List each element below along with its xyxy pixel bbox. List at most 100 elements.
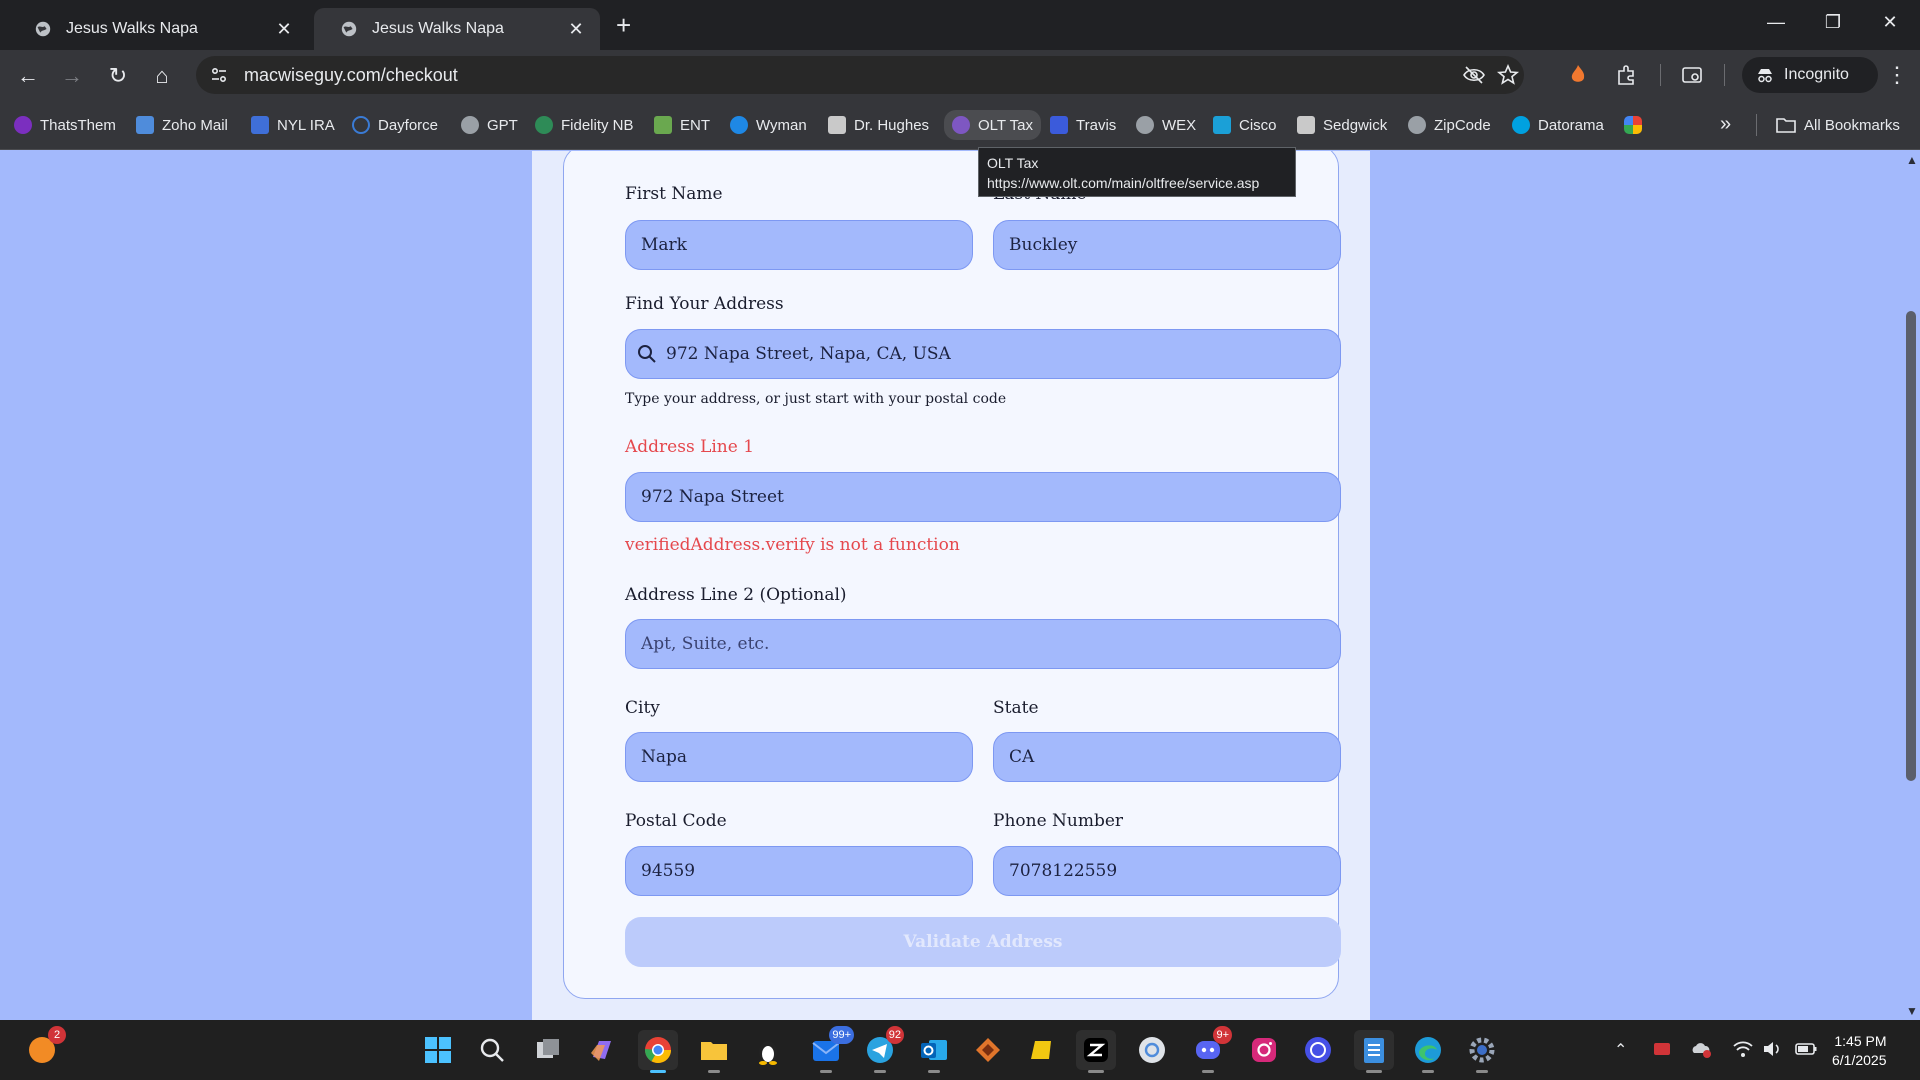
yellow-app-icon[interactable] [1022,1030,1062,1070]
wifi-icon[interactable] [1732,1039,1754,1064]
file-explorer-icon[interactable] [694,1030,734,1073]
bookmark-travis[interactable]: Travis [1050,114,1116,136]
chat-app-icon[interactable] [1132,1030,1172,1070]
all-bookmarks[interactable]: All Bookmarks [1776,114,1900,136]
discord-icon[interactable]: 9+ [1188,1026,1232,1073]
last-name-input[interactable] [993,220,1341,270]
close-tab-icon[interactable]: ✕ [566,19,586,40]
tab-search-icon[interactable] [1680,63,1704,87]
address-line2-input[interactable] [625,619,1341,669]
bookmarks-overflow-icon[interactable]: » [1720,113,1731,136]
bookmark-cisco[interactable]: Cisco [1213,114,1277,136]
outlook-icon[interactable] [914,1030,954,1073]
first-name-input[interactable] [625,220,973,270]
restore-icon[interactable]: ❐ [1821,12,1845,33]
tab-strip: Jesus Walks Napa ✕ Jesus Walks Napa ✕ + … [0,0,1920,50]
bookmark-nyl-ira[interactable]: NYL IRA [251,114,335,136]
address-hint: Type your address, or just start with yo… [625,391,1007,407]
menu-icon[interactable]: ⋮ [1886,62,1908,88]
system-clock[interactable]: 1:45 PM 6/1/2025 [1832,1032,1887,1070]
bookmark-thatsthem[interactable]: ThatsThem [14,114,116,136]
address-search-input[interactable] [625,329,1341,379]
onedrive-icon[interactable] [1690,1039,1712,1064]
close-window-icon[interactable]: ✕ [1878,12,1902,33]
dayforce-icon [352,116,370,134]
forward-icon[interactable]: → [58,62,86,90]
address-bar[interactable]: macwiseguy.com/checkout [196,56,1524,94]
bookmark-unnamed[interactable] [1624,114,1650,136]
instagram-icon[interactable] [1244,1030,1284,1070]
close-tab-icon[interactable]: ✕ [274,19,294,40]
bookmarks-divider [1756,114,1757,136]
bookmark-label: WEX [1162,116,1197,134]
site-info-icon[interactable] [206,62,232,88]
olt-icon [952,116,970,134]
bookmark-ent[interactable]: ENT [654,114,710,136]
clock-date: 6/1/2025 [1832,1052,1887,1068]
bookmark-label: ThatsThem [40,116,116,134]
bookmark-label: Fidelity NB [561,116,634,134]
start-icon[interactable] [418,1030,458,1070]
toolbar-divider [1724,64,1725,86]
linux-penguin-icon[interactable] [748,1030,788,1070]
bookmark-fidelity-nb[interactable]: Fidelity NB [535,114,634,136]
search-icon[interactable] [472,1030,512,1070]
capcut-icon[interactable] [1076,1030,1116,1073]
state-input[interactable] [993,732,1341,782]
home-icon[interactable]: ⌂ [148,62,176,90]
validate-address-button[interactable]: Validate Address [625,917,1341,967]
extension-flame-icon[interactable] [1566,63,1590,87]
first-name-label: First Name [625,184,723,204]
back-icon[interactable]: ← [14,62,42,90]
star-icon[interactable] [1496,63,1520,87]
bookmark-dr-hughes[interactable]: Dr. Hughes [828,114,929,136]
settings-icon[interactable] [1462,1030,1502,1073]
copilot-icon[interactable] [582,1030,622,1070]
incognito-icon [1758,69,1772,83]
battery-icon[interactable] [1794,1039,1818,1064]
bookmark-dayforce[interactable]: Dayforce [352,114,438,136]
scroll-down-icon[interactable]: ▼ [1906,1004,1918,1018]
tray-app-icon[interactable] [1652,1039,1672,1064]
bookmark-wyman[interactable]: Wyman [730,114,807,136]
scroll-up-icon[interactable]: ▲ [1906,153,1918,167]
bookmark-sedgwick[interactable]: Sedgwick [1297,114,1387,136]
bookmark-gpt[interactable]: GPT [461,114,518,136]
postal-code-input[interactable] [625,846,973,896]
discord-badge: 9+ [1213,1026,1232,1044]
phone-input[interactable] [993,846,1341,896]
running-indicator [1366,1070,1382,1073]
scrollbar-thumb[interactable] [1906,311,1916,781]
notification-app-icon[interactable]: 2 [22,1026,66,1070]
city-input[interactable] [625,732,973,782]
edge-icon[interactable] [1408,1030,1448,1073]
task-view-icon[interactable] [528,1030,568,1070]
bookmark-zoho-mail[interactable]: Zoho Mail [136,114,228,136]
notepad-icon[interactable] [1354,1030,1394,1073]
volume-icon[interactable] [1762,1039,1784,1064]
diamond-app-icon[interactable] [968,1030,1008,1070]
new-tab-icon[interactable]: + [616,12,631,38]
bookmark-olt-tax[interactable]: OLT Tax [944,110,1042,140]
bookmark-datorama[interactable]: Datorama [1512,114,1604,136]
bookmark-zipcode[interactable]: ZipCode [1408,114,1491,136]
bookmark-label: Datorama [1538,116,1604,134]
tab-inactive[interactable]: Jesus Walks Napa ✕ [8,8,308,50]
eye-off-icon[interactable] [1462,63,1486,87]
address-line1-input[interactable] [625,472,1341,522]
chrome-icon[interactable] [638,1030,678,1073]
tab-active[interactable]: Jesus Walks Napa ✕ [314,8,600,50]
tray-overflow-icon[interactable]: ⌃ [1614,1040,1627,1060]
minimize-icon[interactable]: — [1764,12,1788,33]
reload-icon[interactable]: ↻ [104,62,132,90]
incognito-badge[interactable]: Incognito [1742,57,1878,93]
messenger-icon[interactable] [1298,1030,1338,1070]
running-indicator [708,1070,720,1073]
bookmark-wex[interactable]: WEX [1136,114,1196,136]
page-scrollbar[interactable]: ▲ ▼ [1902,151,1920,1020]
postal-code-label: Postal Code [625,811,727,831]
telegram-icon[interactable]: 92 [860,1026,904,1073]
bookmark-label: Dr. Hughes [854,116,930,134]
mail-app-icon[interactable]: 99+ [806,1026,854,1073]
extensions-icon[interactable] [1614,63,1638,87]
